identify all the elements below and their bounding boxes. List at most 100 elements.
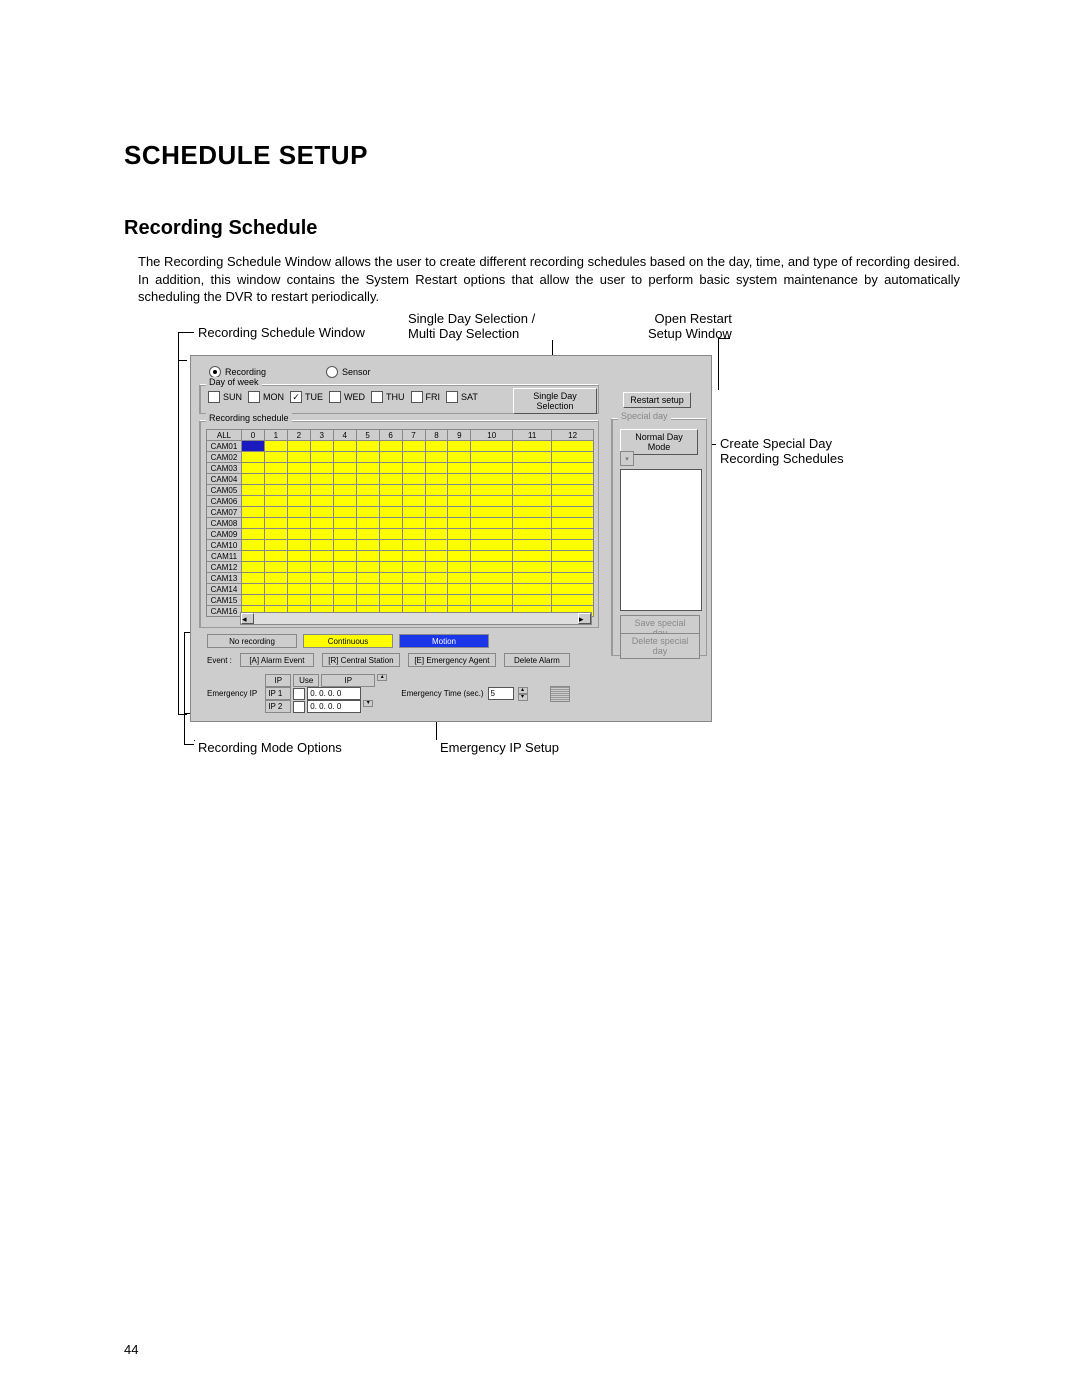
grid-cell[interactable] [333,584,356,595]
grid-cell[interactable] [310,507,333,518]
grid-cell[interactable] [379,595,402,606]
grid-cell[interactable] [425,573,448,584]
grid-cam-label[interactable]: CAM16 [207,606,242,617]
grid-cell[interactable] [356,441,379,452]
grid-cell[interactable] [552,507,594,518]
grid-cell[interactable] [471,507,513,518]
grid-cell[interactable] [471,551,513,562]
grid-cam-label[interactable]: CAM04 [207,474,242,485]
grid-cell[interactable] [425,595,448,606]
grid-cell[interactable] [379,485,402,496]
grid-cell[interactable] [264,507,287,518]
grid-cell[interactable] [287,540,310,551]
grid-cell[interactable] [552,463,594,474]
eip-row1-ip[interactable]: 0. 0. 0. 0 [307,687,361,700]
grid-cell[interactable] [379,507,402,518]
grid-cell[interactable] [552,474,594,485]
emergency-time-value[interactable]: 5 [488,687,514,700]
grid-cell[interactable] [310,474,333,485]
grid-cell[interactable] [264,518,287,529]
grid-cell[interactable] [356,562,379,573]
day-checkbox-mon[interactable]: MON [248,391,284,403]
grid-cell[interactable] [425,518,448,529]
grid-cell[interactable] [552,573,594,584]
grid-cell[interactable] [242,518,265,529]
grid-cell[interactable] [425,474,448,485]
grid-cell[interactable] [287,551,310,562]
day-checkbox-thu[interactable]: THU [371,391,405,403]
grid-cell[interactable] [425,441,448,452]
grid-cell[interactable] [425,507,448,518]
grid-cell[interactable] [471,584,513,595]
grid-cell[interactable] [379,463,402,474]
grid-cell[interactable] [264,595,287,606]
day-checkbox-wed[interactable]: WED [329,391,365,403]
grid-cell[interactable] [513,573,552,584]
grid-hour-header[interactable]: 1 [264,430,287,441]
grid-cell[interactable] [471,573,513,584]
grid-cell[interactable] [379,584,402,595]
grid-cell[interactable] [471,595,513,606]
grid-cell[interactable] [379,540,402,551]
eip-spin-up-icon[interactable]: ▴ [377,674,387,687]
grid-cell[interactable] [448,562,471,573]
grid-cam-label[interactable]: CAM02 [207,452,242,463]
grid-cell[interactable] [402,485,425,496]
grid-cell[interactable] [513,463,552,474]
grid-cam-label[interactable]: CAM12 [207,562,242,573]
grid-cell[interactable] [402,540,425,551]
grid-hour-header[interactable]: 2 [287,430,310,441]
grid-cell[interactable] [356,551,379,562]
grid-cell[interactable] [379,441,402,452]
grid-cell[interactable] [448,507,471,518]
grid-cell[interactable] [333,452,356,463]
grid-cam-label[interactable]: CAM06 [207,496,242,507]
grid-cell[interactable] [310,562,333,573]
grid-cell[interactable] [513,452,552,463]
grid-cell[interactable] [513,474,552,485]
grid-cell[interactable] [242,595,265,606]
day-checkbox-sat[interactable]: SAT [446,391,478,403]
etime-spin[interactable]: ▴▾ [518,687,528,701]
grid-cell[interactable] [513,485,552,496]
grid-hour-header[interactable]: 12 [552,430,594,441]
grid-cell[interactable] [356,485,379,496]
grid-cell[interactable] [356,529,379,540]
legend-motion[interactable]: Motion [399,634,489,648]
grid-cam-label[interactable]: CAM03 [207,463,242,474]
grid-cam-label[interactable]: CAM09 [207,529,242,540]
grid-cell[interactable] [356,540,379,551]
grid-hour-header[interactable]: 8 [425,430,448,441]
grid-cell[interactable] [310,584,333,595]
grid-cell[interactable] [310,496,333,507]
grid-cell[interactable] [448,540,471,551]
grid-cell[interactable] [242,529,265,540]
schedule-grid[interactable]: ALL0123456789101112CAM01CAM02CAM03CAM04C… [206,429,594,617]
grid-cell[interactable] [287,584,310,595]
day-checkbox-sun[interactable]: SUN [208,391,242,403]
grid-cell[interactable] [513,562,552,573]
grid-cell[interactable] [425,529,448,540]
grid-cell[interactable] [333,529,356,540]
legend-no-recording[interactable]: No recording [207,634,297,648]
grid-cell[interactable] [356,518,379,529]
grid-cell[interactable] [264,551,287,562]
grid-hour-header[interactable]: 9 [448,430,471,441]
grid-cell[interactable] [242,452,265,463]
grid-cell[interactable] [379,474,402,485]
grid-cam-label[interactable]: CAM15 [207,595,242,606]
grid-hour-header[interactable]: 7 [402,430,425,441]
grid-cell[interactable] [356,496,379,507]
grid-cam-label[interactable]: CAM05 [207,485,242,496]
grid-cell[interactable] [287,463,310,474]
grid-cell[interactable] [264,584,287,595]
grid-cell[interactable] [356,573,379,584]
grid-cell[interactable] [402,562,425,573]
grid-cell[interactable] [425,485,448,496]
grid-cell[interactable] [310,551,333,562]
grid-cell[interactable] [310,463,333,474]
grid-cell[interactable] [287,496,310,507]
day-checkbox-fri[interactable]: FRI [411,391,441,403]
grid-cell[interactable] [552,551,594,562]
grid-cell[interactable] [448,551,471,562]
